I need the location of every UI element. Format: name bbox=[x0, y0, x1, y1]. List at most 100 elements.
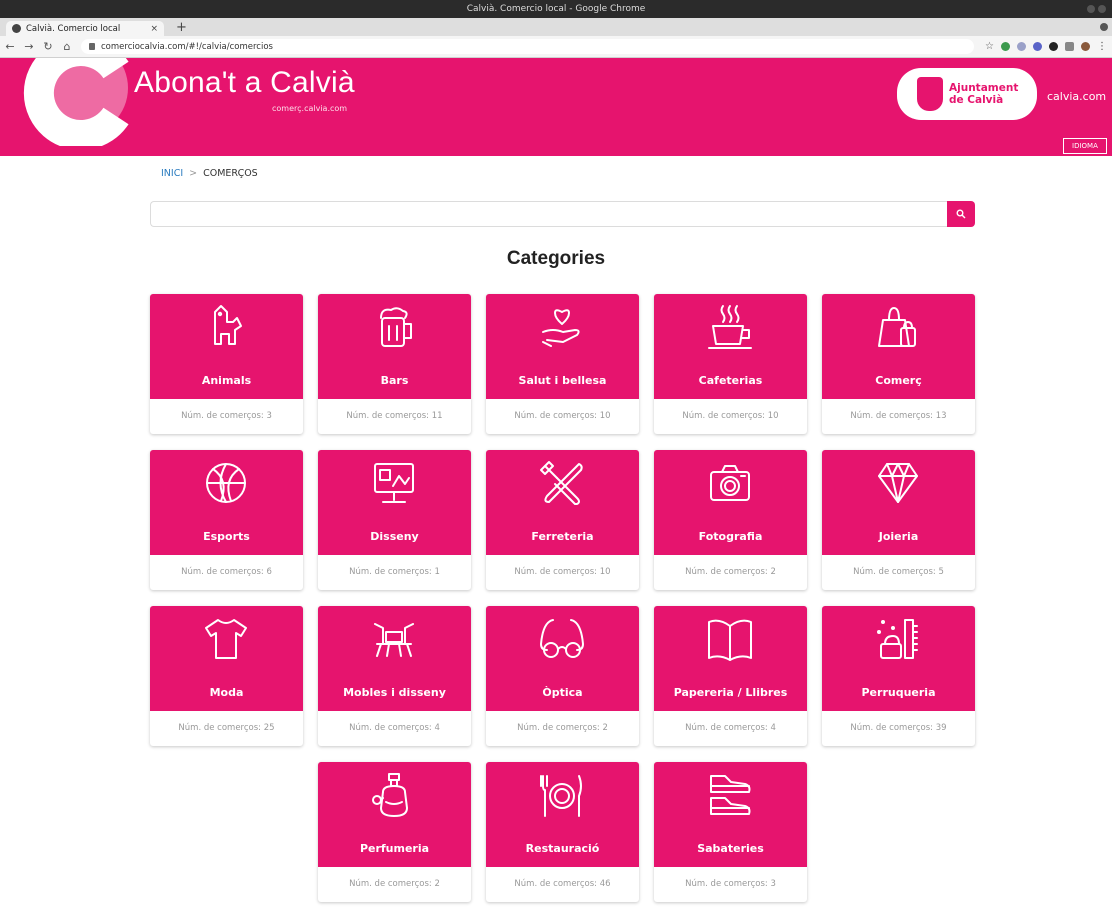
category-card-header[interactable]: Disseny bbox=[318, 450, 471, 555]
category-card[interactable]: Comerç Núm. de comerços: 13 bbox=[822, 294, 975, 434]
furniture-icon bbox=[374, 623, 414, 657]
category-count: Núm. de comerços: 4 bbox=[685, 723, 776, 733]
category-card[interactable]: Salut i bellesa Núm. de comerços: 10 bbox=[486, 294, 639, 434]
category-count: Núm. de comerços: 10 bbox=[514, 567, 611, 577]
category-count: Núm. de comerços: 5 bbox=[853, 567, 944, 577]
beer-mug-icon bbox=[380, 307, 412, 347]
category-card-header[interactable]: Fotografia bbox=[654, 450, 807, 555]
coat-of-arms-icon bbox=[917, 77, 943, 111]
category-card-header[interactable]: Perruqueria bbox=[822, 606, 975, 711]
category-card[interactable]: Animals Núm. de comerços: 3 bbox=[150, 294, 303, 434]
category-card-header[interactable]: Cafeterias bbox=[654, 294, 807, 399]
extension-blue-icon[interactable] bbox=[1033, 42, 1042, 51]
coffee-cup-icon bbox=[708, 305, 752, 349]
dog-icon bbox=[214, 305, 242, 345]
category-card[interactable]: Cafeterias Núm. de comerços: 10 bbox=[654, 294, 807, 434]
category-card-header[interactable]: Comerç bbox=[822, 294, 975, 399]
category-card[interactable]: Moda Núm. de comerços: 25 bbox=[150, 606, 303, 746]
search-button[interactable] bbox=[947, 201, 975, 227]
category-card[interactable]: Papereria / Llibres Núm. de comerços: 4 bbox=[654, 606, 807, 746]
category-card-header[interactable]: Restauració bbox=[486, 762, 639, 867]
perfume-icon bbox=[372, 773, 408, 817]
back-icon[interactable]: ← bbox=[5, 36, 15, 58]
tab-strip: Calvià. Comercio local × + bbox=[0, 18, 1112, 36]
window-controls[interactable] bbox=[1087, 5, 1106, 13]
category-name: Restauració bbox=[525, 842, 600, 855]
forward-icon[interactable]: → bbox=[24, 36, 34, 58]
category-card[interactable]: Perfumeria Núm. de comerços: 2 bbox=[318, 762, 471, 902]
category-name: Cafeterias bbox=[698, 374, 763, 387]
search-input[interactable] bbox=[150, 201, 947, 227]
category-card[interactable]: Restauració Núm. de comerços: 46 bbox=[486, 762, 639, 902]
extension-gray-icon[interactable] bbox=[1017, 42, 1026, 51]
category-card-header[interactable]: Salut i bellesa bbox=[486, 294, 639, 399]
address-url: comerciocalvia.com/#!/calvia/comercios bbox=[101, 41, 273, 52]
category-count: Núm. de comerços: 11 bbox=[346, 411, 443, 421]
extensions-puzzle-icon[interactable] bbox=[1049, 42, 1058, 51]
site-subtitle: comerç.calvia.com bbox=[272, 104, 348, 113]
extension-drive-icon[interactable] bbox=[1001, 42, 1010, 51]
search-bar bbox=[150, 201, 975, 227]
reload-icon[interactable]: ↻ bbox=[43, 36, 53, 58]
home-icon[interactable]: ⌂ bbox=[62, 36, 72, 58]
category-card-header[interactable]: Joieria bbox=[822, 450, 975, 555]
category-card[interactable]: Esports Núm. de comerços: 6 bbox=[150, 450, 303, 590]
category-card-header[interactable]: Sabateries bbox=[654, 762, 807, 867]
category-name: Animals bbox=[201, 374, 252, 387]
diamond-icon bbox=[878, 463, 918, 503]
site-title[interactable]: Abona't a Calvià bbox=[134, 66, 355, 100]
category-count: Núm. de comerços: 46 bbox=[514, 879, 611, 889]
category-card[interactable]: Sabateries Núm. de comerços: 3 bbox=[654, 762, 807, 902]
tab-close-icon[interactable]: × bbox=[150, 24, 158, 34]
shopping-bags-icon bbox=[878, 307, 916, 347]
bookmark-star-icon[interactable]: ☆ bbox=[985, 41, 994, 52]
chrome-menu-icon[interactable]: ⋮ bbox=[1097, 41, 1107, 52]
cast-icon[interactable] bbox=[1065, 42, 1074, 51]
category-name: Òptica bbox=[542, 686, 583, 699]
ajuntament-label: Ajuntament de Calvià bbox=[949, 82, 1019, 106]
category-card[interactable]: Mobles i disseny Núm. de comerços: 4 bbox=[318, 606, 471, 746]
browser-tab[interactable]: Calvià. Comercio local × bbox=[6, 21, 164, 36]
category-name: Moda bbox=[209, 686, 244, 699]
category-card[interactable]: Joieria Núm. de comerços: 5 bbox=[822, 450, 975, 590]
category-card-header[interactable]: Bars bbox=[318, 294, 471, 399]
category-card-header[interactable]: Mobles i disseny bbox=[318, 606, 471, 711]
lock-icon bbox=[89, 43, 95, 50]
category-card[interactable]: Disseny Núm. de comerços: 1 bbox=[318, 450, 471, 590]
category-card[interactable]: Bars Núm. de comerços: 11 bbox=[318, 294, 471, 434]
tab-search-icon[interactable] bbox=[1100, 23, 1108, 31]
language-button[interactable]: IDIOMA bbox=[1063, 138, 1107, 154]
category-card-header[interactable]: Moda bbox=[150, 606, 303, 711]
address-bar[interactable]: comerciocalvia.com/#!/calvia/comercios bbox=[81, 39, 975, 54]
window-titlebar: Calvià. Comercio local - Google Chrome bbox=[0, 0, 1112, 18]
breadcrumb-home-link[interactable]: INICI bbox=[161, 168, 183, 179]
design-board-icon bbox=[374, 463, 414, 503]
category-card[interactable]: Ferreteria Núm. de comerços: 10 bbox=[486, 450, 639, 590]
breadcrumb: INICI > COMERÇOS bbox=[161, 168, 258, 179]
tshirt-icon bbox=[205, 619, 247, 659]
category-name: Joieria bbox=[878, 530, 919, 543]
ajuntament-logo[interactable]: Ajuntament de Calvià bbox=[897, 68, 1037, 120]
window-title: Calvià. Comercio local - Google Chrome bbox=[466, 4, 646, 14]
tab-title: Calvià. Comercio local bbox=[26, 23, 121, 34]
category-card-header[interactable]: Òptica bbox=[486, 606, 639, 711]
category-card-header[interactable]: Esports bbox=[150, 450, 303, 555]
category-count: Núm. de comerços: 4 bbox=[349, 723, 440, 733]
category-card-header[interactable]: Perfumeria bbox=[318, 762, 471, 867]
profile-avatar[interactable] bbox=[1081, 42, 1090, 51]
category-card-header[interactable]: Animals bbox=[150, 294, 303, 399]
category-name: Esports bbox=[203, 530, 250, 543]
category-card[interactable]: Òptica Núm. de comerços: 2 bbox=[486, 606, 639, 746]
category-count: Núm. de comerços: 25 bbox=[178, 723, 275, 733]
category-name: Papereria / Llibres bbox=[673, 686, 788, 699]
category-count: Núm. de comerços: 2 bbox=[685, 567, 776, 577]
new-tab-button[interactable]: + bbox=[176, 20, 187, 35]
category-card[interactable]: Fotografia Núm. de comerços: 2 bbox=[654, 450, 807, 590]
category-card[interactable]: Perruqueria Núm. de comerços: 39 bbox=[822, 606, 975, 746]
hair-comb-icon bbox=[877, 619, 918, 659]
category-name: Ferreteria bbox=[531, 530, 594, 543]
category-card-header[interactable]: Papereria / Llibres bbox=[654, 606, 807, 711]
calvia-link[interactable]: calvia.com bbox=[1047, 90, 1106, 103]
category-card-header[interactable]: Ferreteria bbox=[486, 450, 639, 555]
glasses-icon bbox=[540, 619, 584, 658]
